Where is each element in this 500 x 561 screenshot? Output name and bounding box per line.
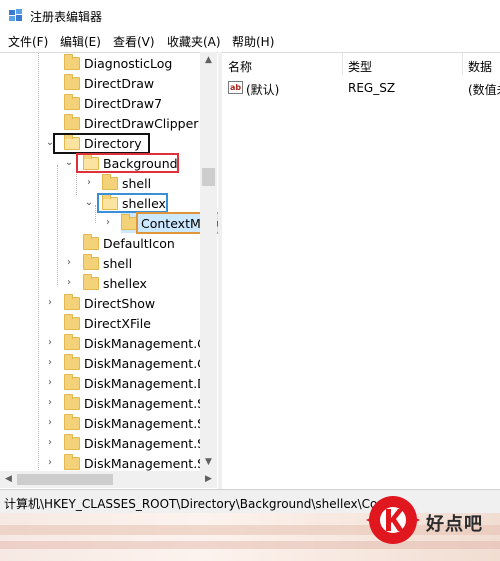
- menu-file[interactable]: 文件(F): [8, 33, 48, 50]
- value-data: (数值未: [468, 83, 500, 97]
- column-header-data[interactable]: 数据: [468, 58, 492, 75]
- registry-tree: DiagnosticLog DirectDraw DirectDraw7 Dir…: [0, 52, 218, 489]
- folder-icon: [83, 273, 99, 290]
- column-separator[interactable]: [342, 53, 343, 75]
- folder-icon: [83, 253, 99, 270]
- tree-guide-line: [76, 165, 77, 195]
- regedit-icon: [9, 9, 22, 21]
- scroll-left-icon[interactable]: ◀: [0, 471, 17, 488]
- chevron-right-icon[interactable]: ›: [45, 457, 55, 468]
- folder-icon: [64, 293, 80, 310]
- registry-path: 计算机\HKEY_CLASSES_ROOT\Directory\Backgrou…: [4, 497, 378, 511]
- scroll-right-icon[interactable]: ▶: [200, 471, 217, 488]
- column-separator[interactable]: [462, 53, 463, 75]
- chevron-right-icon[interactable]: ›: [64, 257, 74, 268]
- tree-node[interactable]: DirectDraw7: [64, 93, 162, 113]
- title-bar: 注册表编辑器: [0, 0, 500, 30]
- chevron-down-icon[interactable]: ⌄: [45, 137, 55, 148]
- folder-icon: [64, 353, 80, 370]
- window-title: 注册表编辑器: [30, 10, 103, 24]
- tree-node[interactable]: DiskManagement.Sı: [64, 453, 209, 473]
- watermark-logo-icon: [366, 496, 420, 544]
- tree-guide-line: [95, 205, 96, 223]
- tree-node-background[interactable]: Background: [83, 153, 178, 173]
- decorative-stripe: [0, 525, 500, 535]
- tree-node[interactable]: shell: [83, 253, 132, 273]
- chevron-down-icon[interactable]: ⌄: [64, 157, 74, 168]
- background-strip: [0, 513, 500, 561]
- tree-horizontal-scrollbar[interactable]: ◀ ▶: [0, 471, 217, 488]
- values-list: 名称 类型 数据 ab (默认) REG_SZ (数值未: [222, 52, 500, 489]
- tree-node[interactable]: shellex: [83, 273, 147, 293]
- tree-node[interactable]: DirectShow: [64, 293, 155, 313]
- tree-node[interactable]: DiskManagement.Sı: [64, 393, 209, 413]
- folder-icon: [64, 433, 80, 450]
- scroll-up-icon[interactable]: ▲: [200, 52, 217, 69]
- tree-node[interactable]: DefaultIcon: [83, 233, 175, 253]
- chevron-right-icon[interactable]: ›: [45, 337, 55, 348]
- folder-icon: [83, 233, 99, 250]
- chevron-right-icon[interactable]: ›: [45, 397, 55, 408]
- chevron-right-icon[interactable]: ›: [84, 177, 94, 188]
- folder-icon: [64, 113, 80, 130]
- tree-guide-line: [38, 53, 39, 489]
- tree-node[interactable]: DirectDraw: [64, 73, 154, 93]
- chevron-right-icon[interactable]: ›: [45, 357, 55, 368]
- tree-node[interactable]: DiagnosticLog: [64, 53, 172, 73]
- folder-icon: [64, 53, 80, 70]
- folder-icon: [64, 453, 80, 470]
- chevron-right-icon[interactable]: ›: [103, 217, 113, 228]
- tree-node[interactable]: DiskManagement.C: [64, 353, 206, 373]
- column-header-name[interactable]: 名称: [228, 58, 252, 75]
- folder-icon: [64, 73, 80, 90]
- tree-vertical-scrollbar[interactable]: ▲ ▼: [200, 52, 217, 471]
- folder-icon: [121, 213, 137, 230]
- chevron-right-icon[interactable]: ›: [45, 297, 55, 308]
- value-name: (默认): [246, 83, 280, 97]
- tree-node[interactable]: DirectXFile: [64, 313, 151, 333]
- value-type: REG_SZ: [348, 81, 396, 95]
- tree-node-directory[interactable]: Directory: [64, 133, 142, 153]
- folder-icon: [102, 173, 118, 190]
- folder-icon: [64, 413, 80, 430]
- column-header-type[interactable]: 类型: [348, 58, 372, 75]
- menu-favorites[interactable]: 收藏夹(A): [167, 33, 221, 50]
- folder-icon: [64, 373, 80, 390]
- tree-node[interactable]: shell: [102, 173, 151, 193]
- folder-icon: [64, 393, 80, 410]
- ab-string-icon: ab: [228, 81, 243, 94]
- folder-icon: [64, 313, 80, 330]
- chevron-right-icon[interactable]: ›: [45, 417, 55, 428]
- folder-open-icon: [102, 193, 118, 210]
- tree-node[interactable]: DiskManagement.Sı: [64, 433, 209, 453]
- folder-icon: [64, 93, 80, 110]
- folder-icon: [64, 333, 80, 350]
- menu-bar: 文件(F) 编辑(E) 查看(V) 收藏夹(A) 帮助(H): [0, 30, 500, 52]
- tree-node[interactable]: DiskManagement.C: [64, 333, 206, 353]
- folder-open-icon: [83, 153, 99, 170]
- status-bar: 计算机\HKEY_CLASSES_ROOT\Directory\Backgrou…: [0, 489, 500, 513]
- chevron-down-icon[interactable]: ⌄: [84, 197, 94, 208]
- menu-edit[interactable]: 编辑(E): [60, 33, 101, 50]
- scrollbar-thumb[interactable]: [202, 168, 215, 186]
- scroll-down-icon[interactable]: ▼: [200, 454, 217, 471]
- tree-node-shellex[interactable]: shellex: [102, 193, 166, 213]
- folder-open-icon: [64, 133, 80, 150]
- tree-node[interactable]: DiskManagement.D: [64, 373, 207, 393]
- menu-help[interactable]: 帮助(H): [232, 33, 274, 50]
- chevron-right-icon[interactable]: ›: [45, 377, 55, 388]
- chevron-right-icon[interactable]: ›: [64, 277, 74, 288]
- watermark-text: 好点吧: [426, 514, 483, 535]
- tree-node[interactable]: DirectDrawClipper: [64, 113, 198, 133]
- tree-node[interactable]: DiskManagement.Sı: [64, 413, 209, 433]
- chevron-right-icon[interactable]: ›: [45, 437, 55, 448]
- decorative-stripe: [0, 541, 500, 549]
- tree-guide-line: [57, 165, 58, 285]
- menu-view[interactable]: 查看(V): [113, 33, 155, 50]
- scrollbar-thumb[interactable]: [17, 474, 113, 485]
- value-row[interactable]: ab (默认) REG_SZ (数值未: [222, 79, 500, 97]
